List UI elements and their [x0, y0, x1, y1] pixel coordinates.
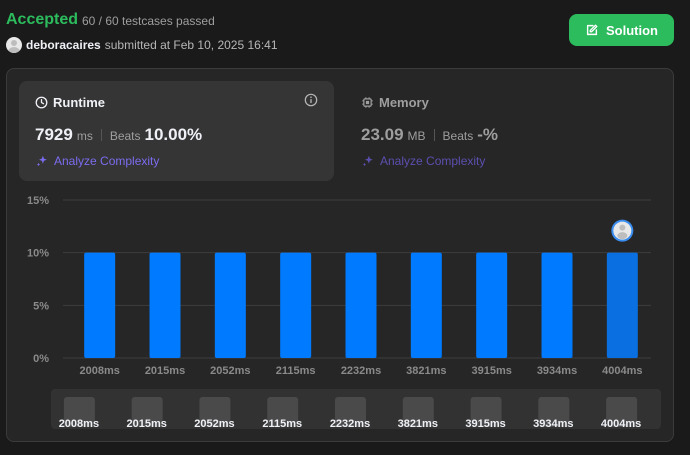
scrubber-label: 4004ms [601, 418, 641, 429]
scrubber-label: 2115ms [262, 418, 302, 429]
memory-title-text: Memory [379, 95, 429, 110]
runtime-beats-label: Beats [109, 129, 141, 143]
x-tick-label: 2015ms [145, 365, 185, 377]
scrubber-label: 3934ms [533, 418, 573, 429]
x-tick-label: 3915ms [471, 365, 511, 377]
y-tick-label: 15% [27, 195, 49, 207]
scrubber-label: 3821ms [398, 418, 438, 429]
chart-bar[interactable] [345, 252, 377, 358]
memory-beats-label: Beats [442, 129, 474, 143]
submission-info: deboracaires submitted at Feb 10, 2025 1… [6, 36, 278, 54]
memory-metric: 23.09 MB Beats -% [361, 125, 498, 145]
username-link[interactable]: deboracaires [26, 38, 101, 52]
avatar[interactable] [6, 37, 22, 53]
chart-bar[interactable] [476, 252, 508, 358]
memory-unit: MB [407, 129, 426, 143]
memory-analyze-link[interactable]: Analyze Complexity [361, 154, 485, 168]
memory-analyze-label: Analyze Complexity [380, 154, 486, 168]
chart-bar[interactable] [606, 252, 638, 358]
x-tick-label: 3934ms [537, 365, 577, 377]
y-tick-label: 10% [27, 248, 49, 260]
x-tick-label: 3821ms [406, 365, 446, 377]
x-tick-label: 2232ms [341, 365, 381, 377]
clock-icon [35, 96, 48, 109]
x-tick-label: 2008ms [79, 365, 119, 377]
scrubber-label: 3915ms [465, 418, 505, 429]
scrubber-label: 2232ms [330, 418, 370, 429]
x-tick-label: 2052ms [210, 365, 250, 377]
solution-button[interactable]: Solution [569, 14, 674, 46]
chip-icon [362, 97, 373, 108]
status-label: Accepted [6, 11, 79, 28]
chart-bar[interactable] [84, 252, 116, 358]
memory-title: Memory [361, 95, 429, 110]
metric-divider [433, 129, 435, 141]
scrubber-label: 2052ms [194, 418, 234, 429]
runtime-distribution-chart: 0% 5% 10% 15% 2008ms 2015ms 2052ms 2115ms 2232ms… [27, 195, 651, 377]
runtime-analyze-link[interactable]: Analyze Complexity [35, 154, 159, 168]
runtime-card[interactable]: Runtime 7929 ms Beats 10.00% Analyze Com… [19, 81, 334, 181]
x-tick-label: 4004ms [602, 365, 642, 377]
sparkle-icon [36, 155, 47, 167]
info-icon[interactable] [304, 93, 318, 107]
submission-header: Accepted 60 / 60 testcases passed debora… [6, 10, 674, 58]
x-tick-label: 2115ms [276, 365, 316, 377]
chart-bar[interactable] [149, 252, 181, 358]
memory-beats-value: -% [477, 125, 499, 144]
chart-bar[interactable] [214, 252, 246, 358]
user-avatar-body [617, 232, 628, 240]
submitted-time: submitted at Feb 10, 2025 16:41 [104, 38, 278, 52]
chart-bar[interactable] [280, 252, 312, 358]
solution-label: Solution [606, 22, 658, 38]
memory-value: 23.09 [361, 125, 404, 144]
chart-range-scrubber[interactable]: 2008ms 2015ms 2052ms 2115ms 2232ms 3821ms 3915… [51, 389, 661, 429]
scrubber-label: 2008ms [59, 418, 99, 429]
runtime-metric: 7929 ms Beats 10.00% [35, 125, 202, 145]
sparkle-icon [362, 155, 373, 167]
edit-icon [586, 24, 598, 36]
scrubber-label: 2015ms [126, 418, 166, 429]
y-tick-label: 0% [33, 353, 49, 365]
user-avatar-head [619, 224, 626, 231]
memory-card[interactable]: Memory 23.09 MB Beats -% Analyze Complex… [349, 81, 664, 181]
runtime-title-text: Runtime [53, 95, 105, 110]
chart-bar[interactable] [410, 252, 442, 358]
chart-bar[interactable] [541, 252, 573, 358]
testcases-summary: 60 / 60 testcases passed [82, 14, 215, 28]
runtime-value: 7929 [35, 125, 73, 144]
runtime-unit: ms [76, 129, 93, 143]
metric-divider [100, 129, 102, 141]
results-panel: Runtime 7929 ms Beats 10.00% Analyze Com… [6, 68, 674, 442]
runtime-title: Runtime [35, 95, 105, 110]
y-tick-label: 5% [33, 300, 49, 312]
runtime-beats-value: 10.00% [144, 125, 203, 144]
runtime-analyze-label: Analyze Complexity [54, 154, 160, 168]
